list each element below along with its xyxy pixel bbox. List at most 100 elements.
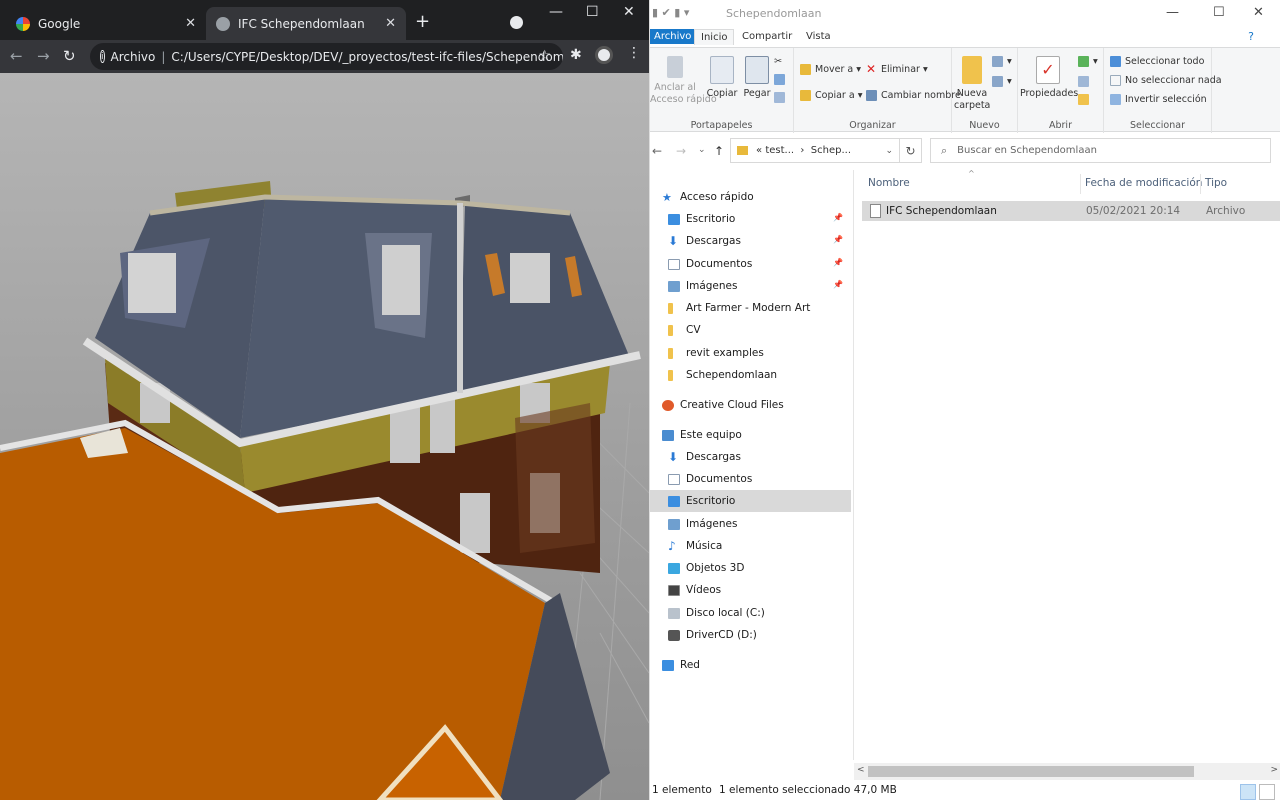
delete-icon: ✕ [866,62,877,76]
group-seleccionar: Seleccionar todo No seleccionar nada Inv… [1104,48,1222,133]
tab-ifc-schependomlaan[interactable]: IFC Schependomlaan ✕ [206,7,406,40]
scroll-left-icon[interactable]: < [857,765,865,775]
ifc-3d-viewer[interactable] [0,73,649,800]
pane-divider[interactable] [853,170,854,760]
nav-documentos[interactable]: Documentos 📌 [650,253,851,275]
minimize-button[interactable]: — [1166,5,1179,20]
nav-objetos-3d[interactable]: Objetos 3D [650,557,851,579]
nav-escritorio[interactable]: Escritorio 📌 [650,208,851,230]
tab-archivo[interactable]: Archivo [650,29,696,44]
tab-google[interactable]: Google ✕ [6,7,206,40]
close-window-button[interactable]: ✕ [1253,5,1264,20]
recent-locations-button[interactable]: ⌄ [698,145,706,155]
nav-disco-local[interactable]: Disco local (C:) [650,602,851,624]
nav-quick-access[interactable]: ★ Acceso rápido [650,186,851,208]
paste-button[interactable]: Pegar [742,56,772,100]
copy-path-icon[interactable] [774,74,789,85]
invert-selection-icon [1110,94,1121,105]
nav-este-equipo[interactable]: Este equipo [650,424,851,446]
status-bar: 1 elemento 1 elemento seleccionado 47,0 … [650,781,1280,800]
file-row[interactable]: IFC Schependomlaan 05/02/2021 20:14 Arch… [862,201,1280,221]
properties-button[interactable]: ✓ Propiedades [1020,56,1078,100]
breadcrumb-overflow[interactable]: « [756,145,762,156]
nav-imagenes[interactable]: Imágenes 📌 [650,275,851,297]
nav-art-farmer[interactable]: Art Farmer - Modern Art [650,297,851,319]
info-icon[interactable]: i [100,50,105,63]
history-icon[interactable] [1078,94,1093,105]
nav-cv[interactable]: CV [650,319,851,341]
close-tab-icon[interactable]: ✕ [185,16,196,31]
search-input[interactable]: ⌕ Buscar en Schependomlaan [930,138,1271,163]
delete-button[interactable]: ✕ Eliminar ▾ [866,62,928,76]
column-fecha[interactable]: Fecha de modificación [1085,177,1202,189]
ribbon-tabs: Archivo Inicio Compartir Vista ? [650,27,1280,47]
move-icon [800,64,811,75]
column-separator[interactable] [1200,174,1201,194]
forward-button[interactable]: → [676,144,686,158]
maximize-button[interactable]: ☐ [586,4,599,20]
tab-search-icon[interactable] [510,16,523,29]
column-separator[interactable] [1080,174,1081,194]
chevron-down-icon[interactable]: ⌄ [885,146,893,156]
help-icon[interactable]: ? [1248,30,1254,43]
reload-button[interactable]: ↻ [63,47,76,65]
back-button[interactable]: ← [10,47,23,65]
select-none-button[interactable]: No seleccionar nada [1110,75,1222,86]
scroll-thumb[interactable] [868,766,1194,777]
column-tipo[interactable]: Tipo [1205,177,1227,189]
pin-quick-access-button[interactable]: Anclar al Acceso rápido [650,56,717,106]
rename-button[interactable]: Cambiar nombre [866,90,961,101]
breadcrumb[interactable]: « test... › Schep... ⌄ [730,138,900,163]
up-button[interactable]: ↑ [714,144,724,158]
nav-musica[interactable]: ♪ Música [650,535,851,557]
refresh-button[interactable]: ↻ [900,138,922,163]
menu-dots-icon[interactable]: ⋮ [627,45,641,61]
address-bar[interactable]: i Archivo | C:/Users/CYPE/Desktop/DEV/_p… [90,43,563,70]
nav-drivercd[interactable]: DriverCD (D:) [650,624,851,646]
large-icons-view-icon[interactable] [1259,784,1275,800]
quick-access-toolbar-icon[interactable]: ▮ ✔ ▮ ▾ [652,6,689,19]
maximize-button[interactable]: ☐ [1213,5,1225,20]
nav-pc-imagenes[interactable]: Imágenes [650,513,851,535]
minimize-button[interactable]: — [549,4,563,20]
nav-pc-descargas[interactable]: ⬇ Descargas [650,446,851,468]
cut-icon[interactable]: ✂ [774,56,782,67]
invert-selection-button[interactable]: Invertir selección [1110,94,1207,105]
bookmark-star-icon[interactable]: ☆ [538,48,551,64]
tab-inicio[interactable]: Inicio [694,29,735,45]
edit-icon[interactable] [1078,76,1093,87]
close-tab-icon[interactable]: ✕ [385,16,396,31]
copy-button[interactable]: Copiar [706,56,738,100]
nav-creative-cloud[interactable]: Creative Cloud Files [650,394,851,416]
nav-pc-escritorio[interactable]: Escritorio [650,490,851,512]
new-tab-button[interactable]: + [415,11,430,32]
tab-vista[interactable]: Vista [800,29,837,44]
nav-revit-examples[interactable]: revit examples [650,342,851,364]
new-folder-button[interactable]: Nueva carpeta [954,56,990,112]
scroll-right-icon[interactable]: > [1270,765,1278,775]
close-window-button[interactable]: ✕ [623,4,635,20]
avatar[interactable] [595,46,613,64]
back-button[interactable]: ← [652,144,662,158]
details-view-icon[interactable] [1240,784,1256,800]
horizontal-scrollbar[interactable]: < > [854,763,1280,780]
breadcrumb-test[interactable]: test... [765,145,794,156]
column-nombre[interactable]: Nombre [868,177,910,189]
paste-shortcut-icon[interactable] [774,92,789,103]
tab-compartir[interactable]: Compartir [736,29,798,44]
dormer-window [510,253,550,303]
nav-descargas[interactable]: ⬇ Descargas 📌 [650,230,851,252]
nav-videos[interactable]: Vídeos [650,579,851,601]
puzzle-icon[interactable]: ✱ [570,47,582,63]
new-item-icon[interactable]: ▾ [992,56,1012,67]
copy-to-button[interactable]: Copiar a ▾ [800,90,862,101]
move-to-button[interactable]: Mover a ▾ [800,64,861,75]
nav-pc-documentos[interactable]: Documentos [650,468,851,490]
forward-button[interactable]: → [37,47,50,65]
select-all-button[interactable]: Seleccionar todo [1110,56,1204,67]
open-icon[interactable]: ▾ [1078,56,1098,67]
easy-access-icon[interactable]: ▾ [992,76,1012,87]
nav-schependomlaan[interactable]: Schependomlaan [650,364,851,386]
breadcrumb-schependomlaan[interactable]: Schep... [811,145,851,156]
nav-red[interactable]: Red [650,654,851,676]
